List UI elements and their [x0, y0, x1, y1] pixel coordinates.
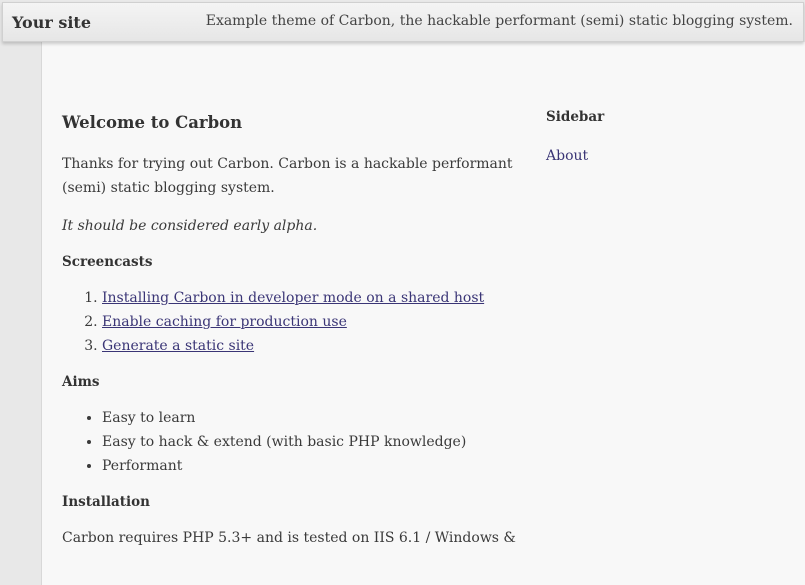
- sidebar-heading: Sidebar: [546, 109, 605, 125]
- list-item: Performant: [102, 454, 522, 478]
- alpha-note-text: It should be considered early alpha.: [62, 218, 318, 234]
- sidebar: Sidebar About: [546, 107, 766, 167]
- list-item: Installing Carbon in developer mode on a…: [102, 286, 522, 310]
- aims-heading: Aims: [62, 374, 100, 390]
- post-alpha-note: It should be considered early alpha.: [62, 214, 522, 238]
- post-title: Welcome to Carbon: [62, 113, 243, 132]
- post-intro: Thanks for trying out Carbon. Carbon is …: [62, 156, 513, 196]
- screencasts-list: Installing Carbon in developer mode on a…: [62, 286, 522, 358]
- installation-heading: Installation: [62, 494, 150, 510]
- site-title-link[interactable]: Your site: [12, 13, 91, 32]
- site-tagline: Example theme of Carbon, the hackable pe…: [205, 13, 793, 29]
- list-item: Easy to hack & extend (with basic PHP kn…: [102, 430, 522, 454]
- page-content: Welcome to Carbon Thanks for trying out …: [41, 42, 805, 585]
- site-header: Your site Example theme of Carbon, the h…: [2, 2, 804, 42]
- list-item: Generate a static site: [102, 334, 522, 358]
- left-gutter: [0, 0, 41, 585]
- screencasts-heading: Screencasts: [62, 254, 153, 270]
- list-item: Easy to learn: [102, 406, 522, 430]
- installation-text: Carbon requires PHP 5.3+ and is tested o…: [62, 530, 516, 546]
- sidebar-link-about[interactable]: About: [546, 148, 588, 164]
- post-article: Welcome to Carbon Thanks for trying out …: [62, 112, 522, 564]
- screencast-link-caching[interactable]: Enable caching for production use: [102, 314, 347, 330]
- screencast-link-static[interactable]: Generate a static site: [102, 338, 254, 354]
- aims-list: Easy to learn Easy to hack & extend (wit…: [62, 406, 522, 478]
- screencast-link-install[interactable]: Installing Carbon in developer mode on a…: [102, 290, 484, 306]
- list-item: Enable caching for production use: [102, 310, 522, 334]
